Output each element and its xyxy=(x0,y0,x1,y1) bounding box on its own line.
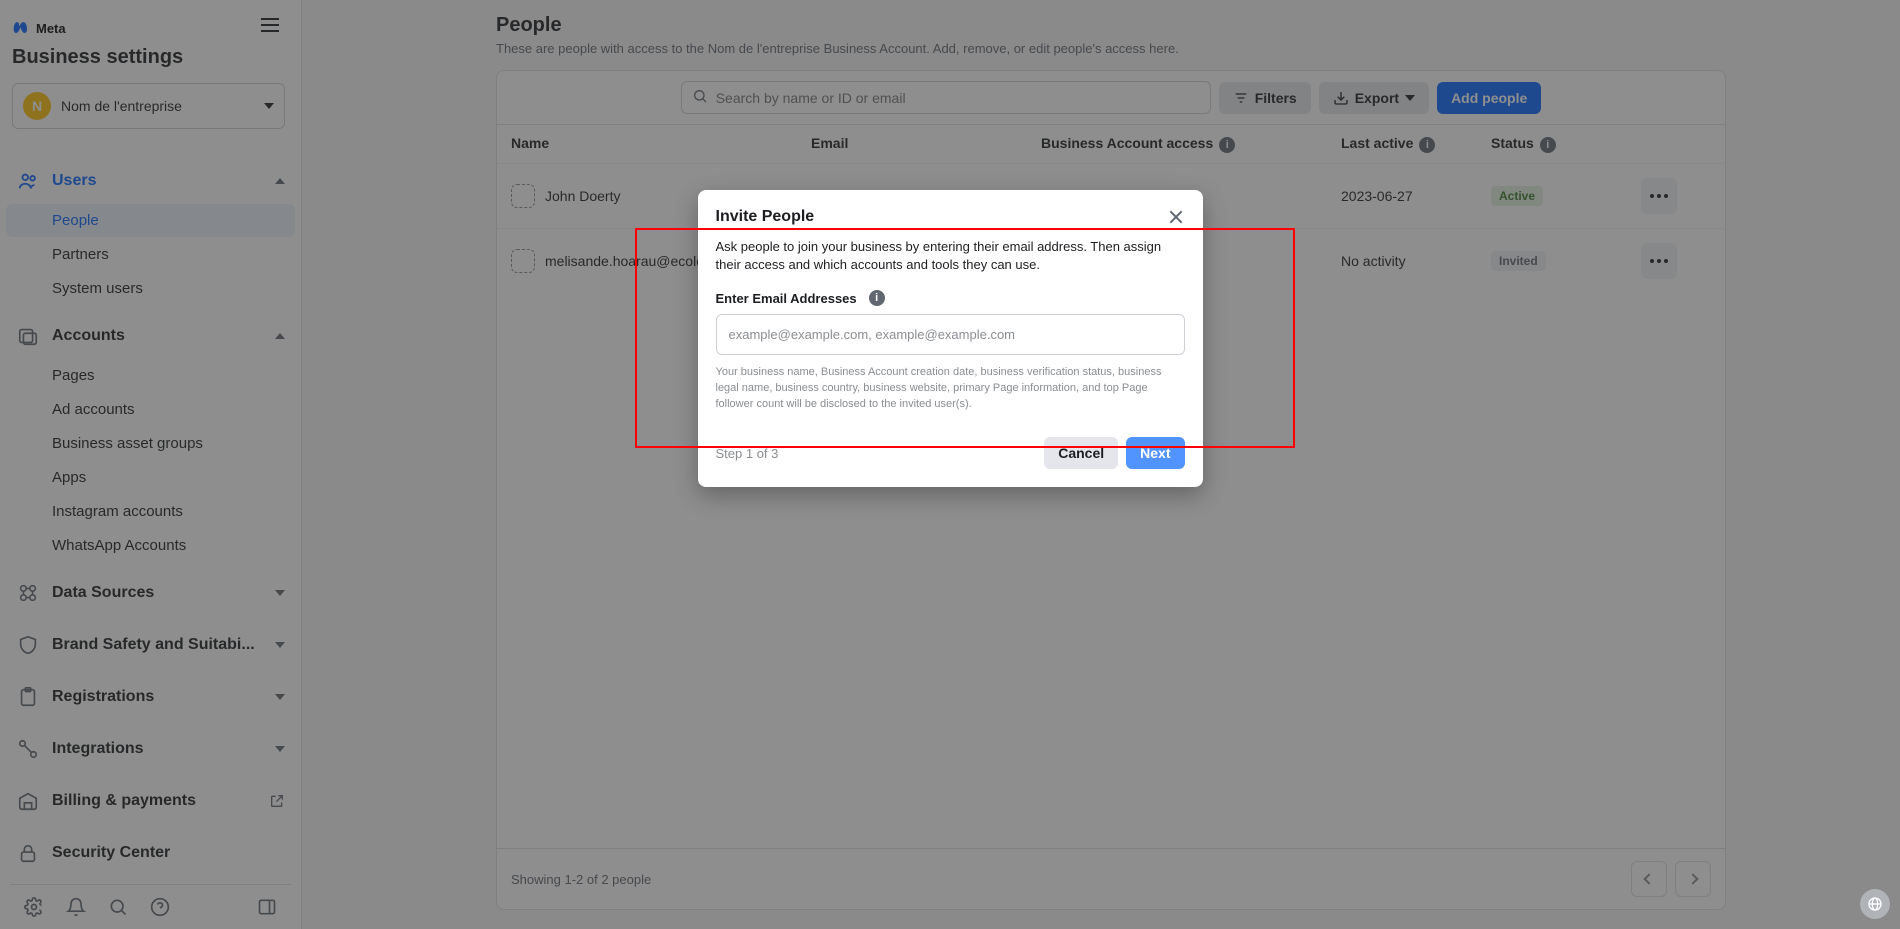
modal-description: Ask people to join your business by ente… xyxy=(716,238,1185,274)
invite-people-modal: Invite People Ask people to join your bu… xyxy=(698,190,1203,487)
info-icon[interactable]: i xyxy=(869,290,885,306)
email-field-label: Enter Email Addresses i xyxy=(716,290,1185,306)
email-addresses-input[interactable] xyxy=(716,314,1185,355)
modal-body: Ask people to join your business by ente… xyxy=(698,238,1203,419)
step-indicator: Step 1 of 3 xyxy=(716,446,1037,461)
modal-footer: Step 1 of 3 Cancel Next xyxy=(698,419,1203,487)
modal-header: Invite People xyxy=(698,190,1203,238)
language-button[interactable] xyxy=(1860,889,1890,919)
next-button[interactable]: Next xyxy=(1126,437,1184,469)
modal-title: Invite People xyxy=(716,208,1185,226)
globe-icon xyxy=(1867,896,1883,912)
modal-overlay[interactable]: Invite People Ask people to join your bu… xyxy=(0,0,1900,929)
disclaimer-text: Your business name, Business Account cre… xyxy=(716,365,1185,413)
cancel-button[interactable]: Cancel xyxy=(1044,437,1118,469)
close-button[interactable] xyxy=(1163,204,1189,230)
